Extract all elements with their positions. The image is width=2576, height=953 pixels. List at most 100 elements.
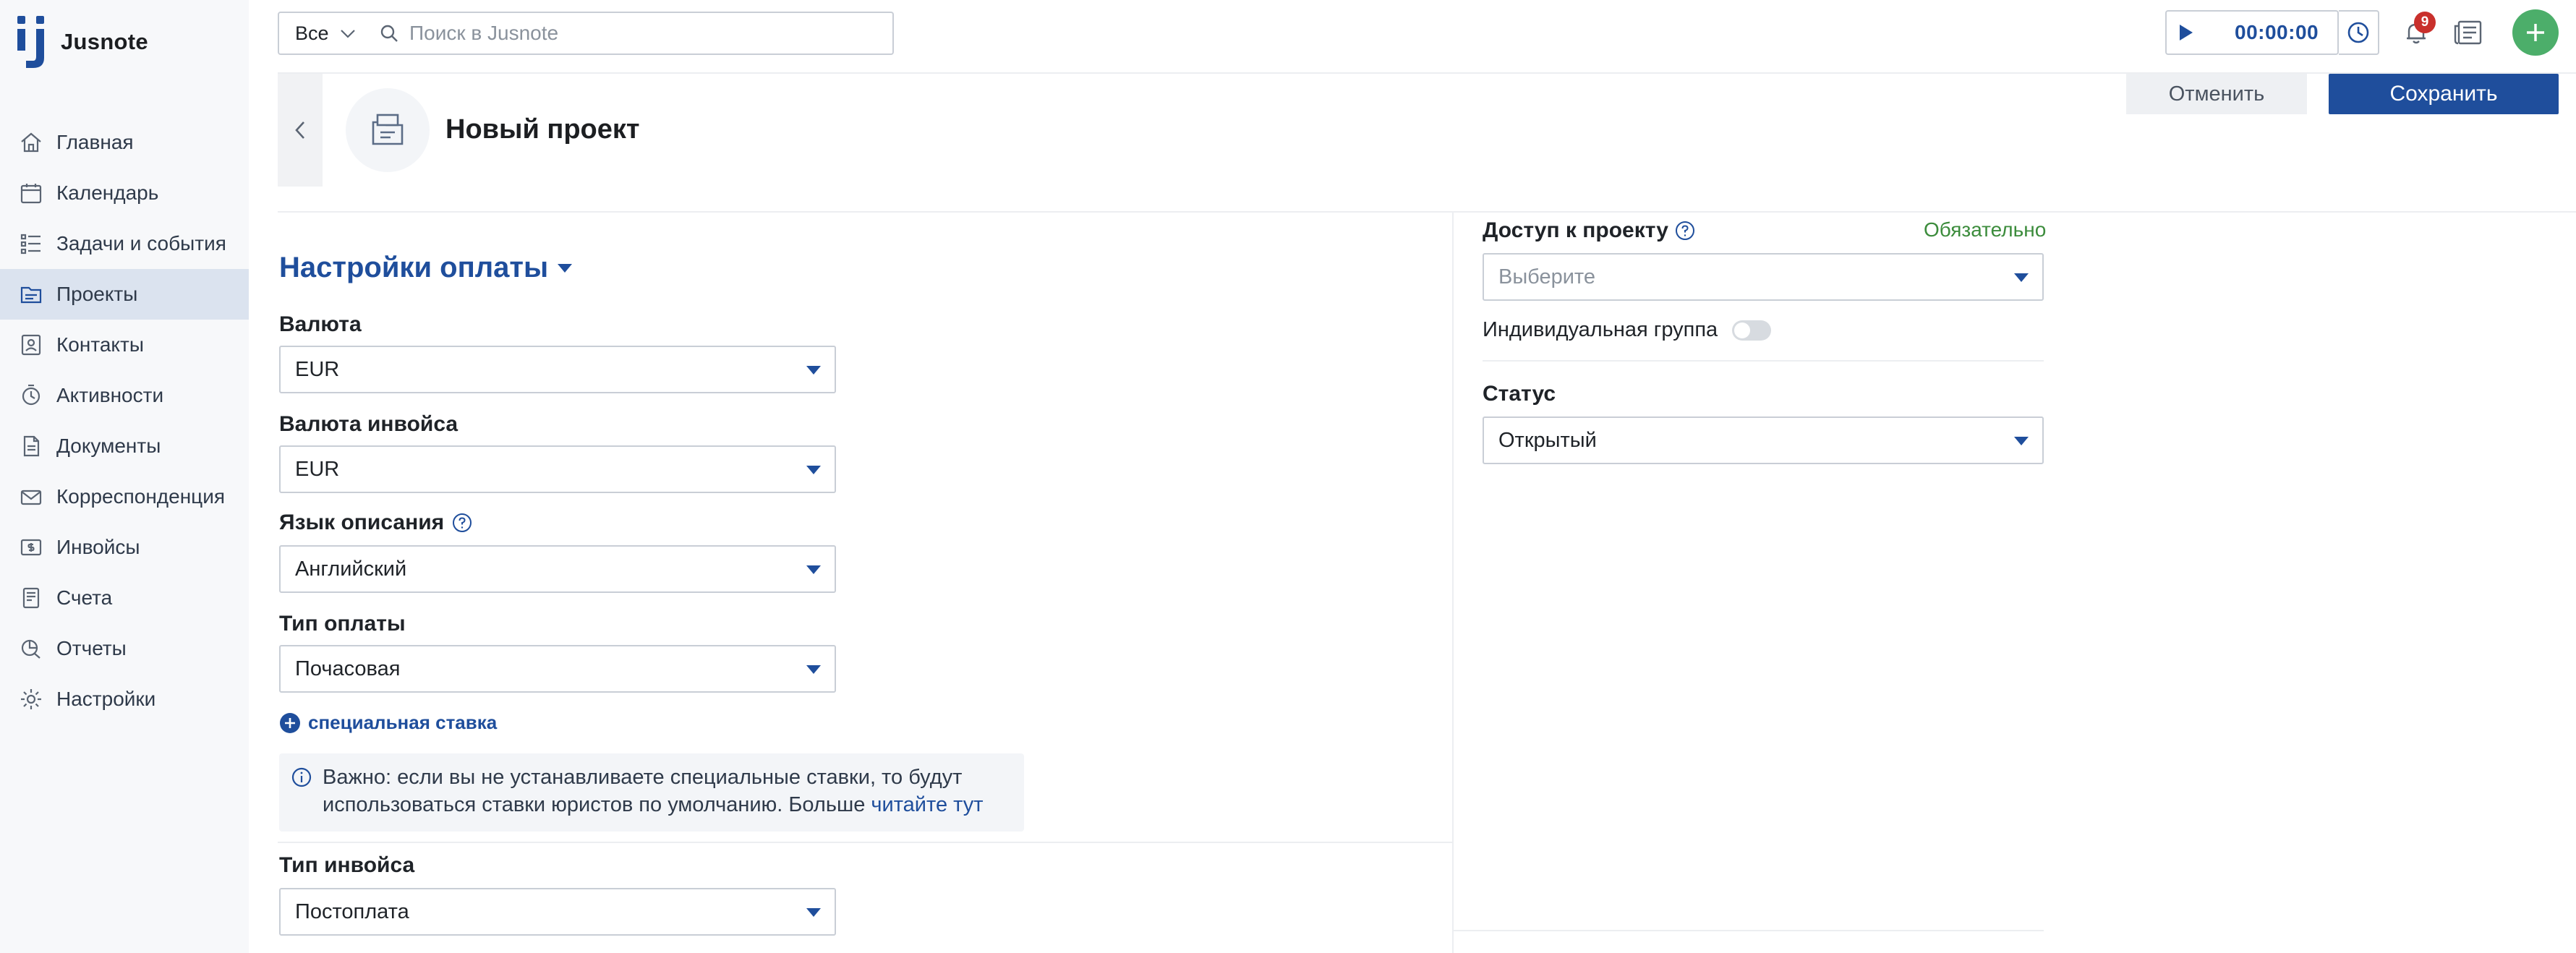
notice-text: Важно: если вы не устанавливаете специал…: [323, 764, 1010, 832]
toggle-knob: [1734, 322, 1751, 338]
project-avatar: [346, 88, 430, 172]
sidebar-item-label: Корреспонденция: [56, 485, 226, 508]
status-label-text: Статус: [1483, 382, 1556, 406]
currency-value: EUR: [295, 357, 340, 381]
caret-down-icon: [2014, 437, 2029, 445]
currency-select[interactable]: EUR: [279, 346, 836, 393]
invoices-icon: [19, 535, 43, 560]
documents-icon: [19, 434, 43, 458]
sidebar-item-label: Контакты: [56, 333, 144, 356]
timer-widget: 00:00:00: [2165, 10, 2339, 55]
timer-history-button[interactable]: [2339, 10, 2379, 55]
invoice-currency-label: Валюта инвойса: [279, 412, 458, 437]
save-button[interactable]: Сохранить: [2329, 74, 2559, 114]
required-indicator: Обязательно: [1924, 218, 2047, 241]
invoice-type-select[interactable]: Постоплата: [279, 888, 836, 936]
sidebar-item-correspondence[interactable]: Корреспонденция: [0, 471, 249, 522]
status-select[interactable]: Открытый: [1483, 416, 2044, 464]
notifications-badge: 9: [2414, 12, 2436, 33]
sidebar-nav: Главная Календарь Задачи и события Проек…: [0, 117, 249, 725]
sidebar-item-tasks[interactable]: Задачи и события: [0, 218, 249, 269]
timer-play-button[interactable]: [2167, 12, 2206, 54]
invoice-type-label-text: Тип инвойса: [279, 853, 415, 877]
section-divider: [1483, 360, 2044, 362]
caret-down-icon: [806, 665, 821, 674]
sidebar-item-settings[interactable]: Настройки: [0, 674, 249, 725]
sidebar-item-label: Проекты: [56, 283, 138, 305]
description-language-select[interactable]: Английский: [279, 545, 836, 593]
quick-add-button[interactable]: [2512, 9, 2559, 56]
search-input[interactable]: [409, 22, 872, 45]
invoice-currency-value: EUR: [295, 457, 340, 481]
caret-down-icon: [806, 908, 821, 917]
info-icon: [291, 767, 312, 787]
sidebar-item-label: Счета: [56, 586, 113, 609]
sidebar-item-calendar[interactable]: Календарь: [0, 168, 249, 218]
currency-label: Валюта: [279, 312, 362, 337]
individual-group-label: Индивидуальная группа: [1483, 318, 1718, 341]
contacts-icon: [19, 333, 43, 357]
add-special-rate-button[interactable]: специальная ставка: [279, 711, 497, 734]
activities-icon: [19, 383, 43, 408]
payment-type-value: Почасовая: [295, 657, 401, 680]
header-divider: [278, 211, 2576, 213]
description-language-label: Язык описания: [279, 510, 473, 535]
invoice-currency-select[interactable]: EUR: [279, 445, 836, 493]
payment-settings-toggle[interactable]: Настройки оплаты: [279, 252, 573, 284]
news-button[interactable]: [2450, 14, 2486, 51]
search-icon: [380, 25, 398, 42]
notice-text-body: Важно: если вы не устанавливаете специал…: [323, 766, 963, 816]
section-divider: [1454, 930, 2044, 931]
projects-icon: [19, 282, 43, 307]
status-label: Статус: [1483, 382, 1556, 406]
sidebar-item-invoices[interactable]: Инвойсы: [0, 522, 249, 573]
plus-icon: [2527, 24, 2544, 41]
reports-icon: [19, 636, 43, 661]
chevron-down-icon: [341, 30, 355, 38]
help-icon[interactable]: [451, 512, 473, 534]
history-icon: [2347, 22, 2369, 43]
sidebar-item-documents[interactable]: Документы: [0, 421, 249, 471]
project-access-select[interactable]: Выберите: [1483, 253, 2044, 301]
sidebar-item-label: Главная: [56, 131, 134, 153]
description-language-label-text: Язык описания: [279, 510, 445, 534]
brand[interactable]: Jusnote: [16, 14, 148, 69]
individual-group-toggle[interactable]: [1732, 320, 1772, 341]
project-access-label: Доступ к проекту: [1483, 218, 1696, 243]
caret-down-icon: [806, 366, 821, 375]
cancel-button[interactable]: Отменить: [2126, 74, 2307, 114]
special-rate-notice: Важно: если вы не устанавливаете специал…: [279, 753, 1024, 832]
sidebar-item-activities[interactable]: Активности: [0, 370, 249, 421]
sidebar-item-label: Активности: [56, 384, 164, 406]
sidebar-item-label: Календарь: [56, 181, 159, 204]
sidebar-item-projects[interactable]: Проекты: [0, 269, 249, 320]
sidebar: Jusnote Главная Календарь Задачи и событ…: [0, 0, 249, 953]
page-title: Новый проект: [445, 114, 640, 145]
chevron-left-icon: [295, 121, 304, 139]
search-scope-select[interactable]: Все: [278, 12, 370, 55]
tasks-icon: [19, 231, 43, 256]
sidebar-item-accounts[interactable]: Счета: [0, 573, 249, 623]
caret-down-icon: [806, 565, 821, 574]
sidebar-item-contacts[interactable]: Контакты: [0, 320, 249, 370]
back-button[interactable]: [278, 74, 323, 187]
invoice-currency-label-text: Валюта инвойса: [279, 412, 459, 436]
individual-group-row: Индивидуальная группа: [1483, 318, 1772, 342]
sidebar-item-reports[interactable]: Отчеты: [0, 623, 249, 674]
plus-circle-icon: [280, 712, 300, 733]
description-language-value: Английский: [295, 557, 407, 581]
payment-type-select[interactable]: Почасовая: [279, 645, 836, 693]
sidebar-item-label: Задачи и события: [56, 232, 226, 255]
invoice-type-label: Тип инвойса: [279, 853, 414, 878]
correspondence-icon: [19, 484, 43, 509]
project-access-label-text: Доступ к проекту: [1483, 218, 1668, 242]
caret-down-icon: [558, 263, 573, 273]
help-icon[interactable]: [1674, 220, 1696, 242]
timer-value: 00:00:00: [2235, 21, 2319, 43]
sidebar-item-label: Инвойсы: [56, 536, 140, 558]
read-more-link[interactable]: читайте тут: [871, 793, 983, 816]
newspaper-icon: [2454, 20, 2482, 45]
sidebar-item-home[interactable]: Главная: [0, 117, 249, 168]
invoice-type-value: Постоплата: [295, 899, 409, 923]
column-divider: [1452, 213, 1454, 953]
